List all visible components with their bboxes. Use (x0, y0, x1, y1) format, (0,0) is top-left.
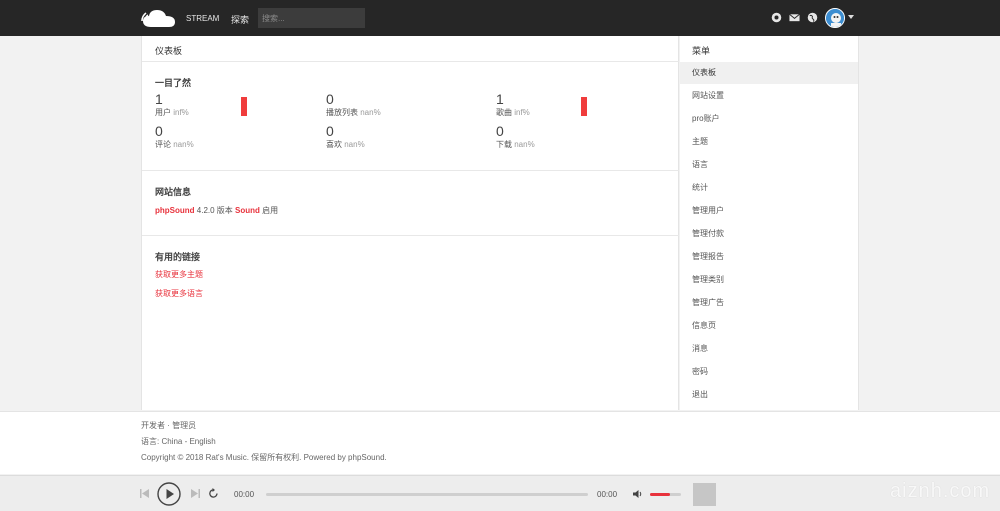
previous-track-icon[interactable] (140, 488, 149, 499)
stat-bar (581, 97, 587, 116)
total-time: 00:00 (597, 490, 618, 499)
mail-icon[interactable] (789, 12, 800, 23)
stat-percent: nan% (514, 140, 535, 149)
stat-percent: inf% (173, 108, 189, 117)
page-title: 仪表板 (155, 46, 183, 56)
sidebar-title: 菜单 (692, 46, 711, 56)
avatar-image (826, 9, 844, 27)
stat-label: 下载 nan% (496, 139, 535, 150)
sidebar-item-messages[interactable]: 消息 (680, 338, 858, 360)
stat-bar (241, 97, 247, 116)
stat-label-text: 播放列表 (326, 108, 358, 117)
stat-label: 播放列表 nan% (326, 107, 381, 118)
logo-cloud-icon[interactable] (140, 7, 178, 29)
stat-value: 0 (155, 123, 163, 139)
sidebar-item-info-pages[interactable]: 信息页 (680, 315, 858, 337)
current-time: 00:00 (234, 490, 255, 499)
footer-developer-line: 开发者 · 管理员 (141, 420, 196, 431)
sidebar-item-manage-users[interactable]: 管理用户 (680, 200, 858, 222)
top-navbar: STREAM 探索 (0, 0, 1000, 36)
stat-label-text: 用户 (155, 108, 171, 117)
stat-label: 喜欢 nan% (326, 139, 365, 150)
stat-downloads: 0 下载 nan% (496, 124, 535, 150)
sidebar-item-themes[interactable]: 主题 (680, 131, 858, 153)
overview-title: 一目了然 (155, 78, 192, 88)
stat-likes: 0 喜欢 nan% (326, 124, 365, 150)
language-china-link[interactable]: China (161, 437, 182, 446)
sidebar-item-manage-payments[interactable]: 管理付款 (680, 223, 858, 245)
stat-value: 1 (496, 91, 504, 107)
search-input[interactable] (258, 8, 365, 28)
play-circle-icon[interactable] (771, 12, 782, 23)
stat-percent: nan% (173, 140, 194, 149)
stat-label-text: 下载 (496, 140, 512, 149)
sidebar-item-manage-categories[interactable]: 管理类别 (680, 269, 858, 291)
volume-icon[interactable] (633, 489, 643, 499)
developer-link[interactable]: 开发者 (141, 421, 165, 430)
nav-stream-link[interactable]: STREAM (186, 14, 219, 23)
site-info-line: phpSound 4.2.0 版本 Sound 启用 (155, 205, 278, 216)
status-text: 启用 (259, 206, 279, 215)
brand-name[interactable]: phpSound (155, 206, 195, 215)
links-title: 有用的链接 (155, 252, 201, 262)
get-more-themes-link[interactable]: 获取更多主题 (155, 269, 203, 280)
globe-icon[interactable] (807, 12, 818, 23)
volume-slider[interactable] (650, 493, 681, 496)
get-more-languages-link[interactable]: 获取更多语言 (155, 288, 203, 299)
stat-value: 0 (326, 123, 334, 139)
stat-value: 1 (155, 91, 163, 107)
sidebar-item-site-settings[interactable]: 网站设置 (680, 85, 858, 107)
track-cover-art[interactable] (693, 483, 716, 506)
repeat-icon[interactable] (208, 488, 219, 499)
sound-name[interactable]: Sound (235, 206, 260, 215)
version-text: 4.2.0 版本 (194, 206, 236, 215)
stat-label-text: 歌曲 (496, 108, 512, 117)
stat-comments: 0 评论 nan% (155, 124, 194, 150)
sidebar-menu: 菜单 仪表板 网站设置 pro账户 主题 语言 统计 管理用户 管理付款 管理报… (680, 36, 859, 410)
sidebar-item-manage-reports[interactable]: 管理报告 (680, 246, 858, 268)
divider (142, 61, 679, 62)
stat-label-text: 评论 (155, 140, 171, 149)
stat-percent: inf% (514, 108, 530, 117)
stat-songs: 1 歌曲 inf% (496, 92, 530, 118)
audio-player: 00:00 00:00 (0, 475, 1000, 511)
stat-percent: nan% (344, 140, 365, 149)
stat-label-text: 喜欢 (326, 140, 342, 149)
language-label: 语言: (141, 437, 162, 446)
stat-playlists: 0 播放列表 nan% (326, 92, 381, 118)
footer-language-line: 语言: China - English (141, 436, 216, 447)
sidebar-item-manage-ads[interactable]: 管理广告 (680, 292, 858, 314)
sidebar-item-languages[interactable]: 语言 (680, 154, 858, 176)
sidebar-item-stats[interactable]: 统计 (680, 177, 858, 199)
play-button-icon[interactable] (157, 482, 181, 506)
chevron-down-icon[interactable] (848, 15, 854, 19)
seek-bar[interactable] (266, 493, 588, 496)
admin-link[interactable]: 管理员 (172, 421, 196, 430)
sidebar-item-pro-account[interactable]: pro账户 (680, 108, 858, 130)
site-info-title: 网站信息 (155, 187, 192, 197)
next-track-icon[interactable] (191, 488, 200, 499)
sidebar-item-dashboard[interactable]: 仪表板 (680, 62, 858, 84)
divider (142, 170, 679, 171)
dashboard-panel: 仪表板 一目了然 1 用户 inf% 0 播放列表 nan% 1 歌曲 inf%… (141, 36, 679, 410)
stat-value: 0 (326, 91, 334, 107)
stat-label: 用户 inf% (155, 107, 189, 118)
stat-users: 1 用户 inf% (155, 92, 189, 118)
watermark-text: aiznh.com (890, 480, 991, 502)
sidebar-item-logout[interactable]: 退出 (680, 384, 858, 406)
stat-label: 评论 nan% (155, 139, 194, 150)
volume-level (650, 493, 671, 496)
sidebar-item-password[interactable]: 密码 (680, 361, 858, 383)
avatar[interactable] (825, 8, 845, 28)
stat-value: 0 (496, 123, 504, 139)
language-english-link[interactable]: English (189, 437, 215, 446)
stat-percent: nan% (360, 108, 381, 117)
stat-label: 歌曲 inf% (496, 107, 530, 118)
divider (142, 235, 679, 236)
nav-explore-link[interactable]: 探索 (231, 13, 249, 26)
footer: 开发者 · 管理员 语言: China - English Copyright … (0, 411, 1000, 474)
copyright-text: Copyright © 2018 Rat's Music. 保留所有权利. Po… (141, 453, 387, 462)
